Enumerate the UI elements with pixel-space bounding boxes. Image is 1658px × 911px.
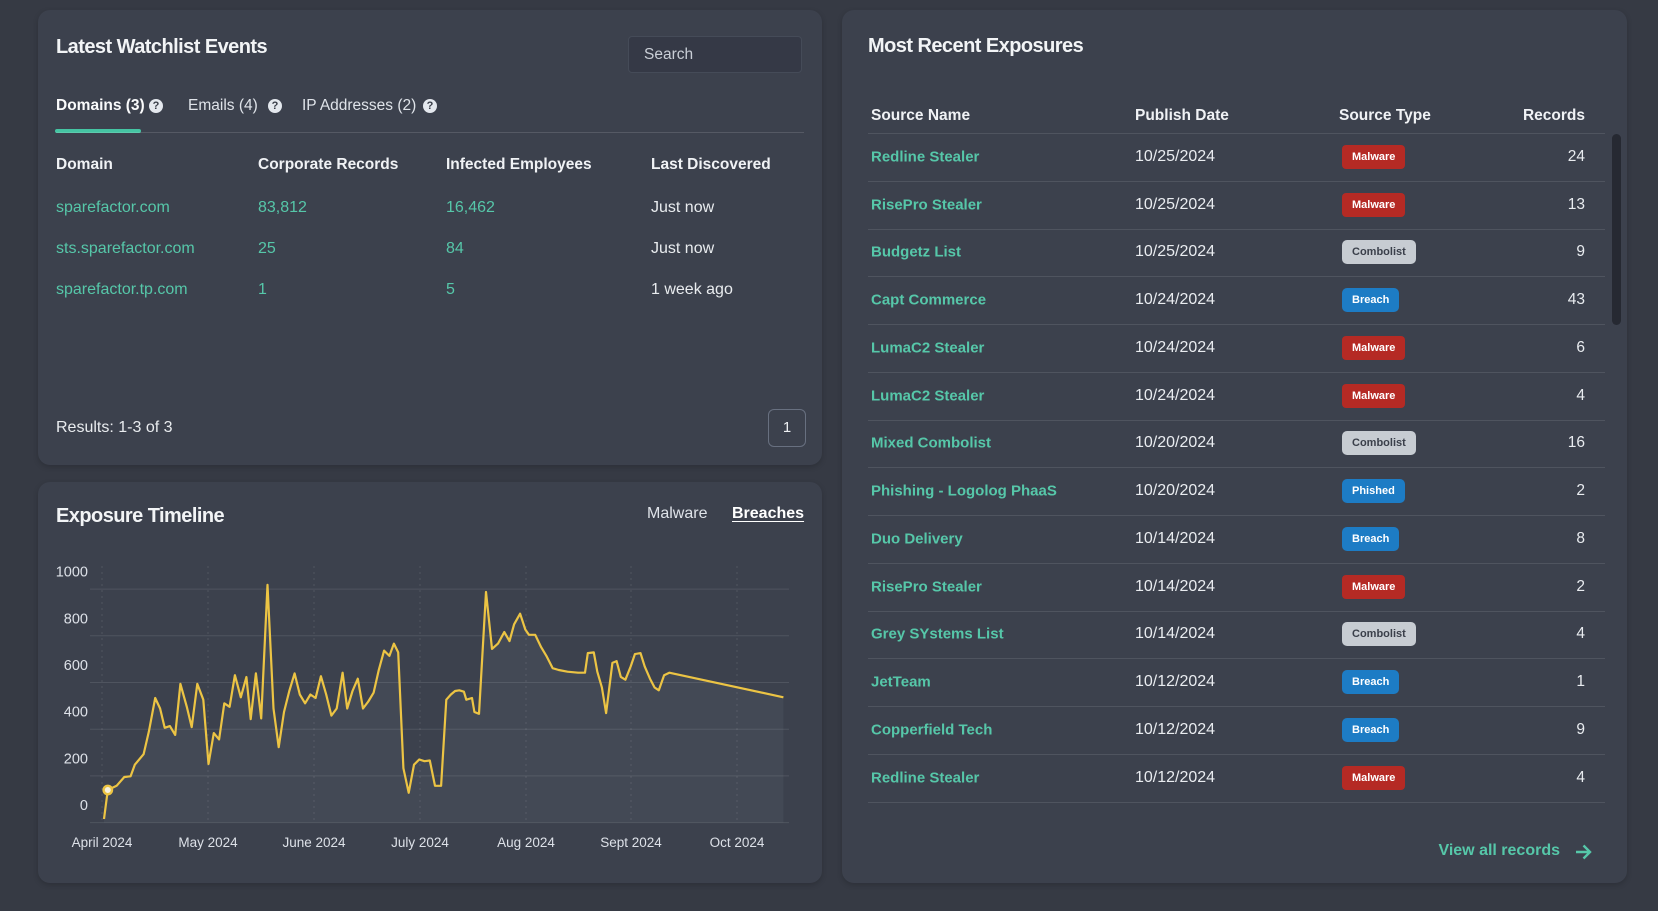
svg-text:0: 0 (80, 798, 88, 814)
svg-text:June 2024: June 2024 (282, 835, 346, 850)
svg-text:1000: 1000 (56, 565, 88, 581)
svg-text:Sept 2024: Sept 2024 (600, 835, 662, 850)
svg-text:April 2024: April 2024 (72, 835, 133, 850)
svg-text:July 2024: July 2024 (391, 835, 449, 850)
svg-text:400: 400 (64, 705, 88, 721)
svg-text:Oct 2024: Oct 2024 (710, 835, 765, 850)
svg-text:600: 600 (64, 658, 88, 674)
svg-text:May 2024: May 2024 (178, 835, 238, 850)
svg-text:800: 800 (64, 611, 88, 627)
svg-text:200: 200 (64, 751, 88, 767)
svg-text:Aug 2024: Aug 2024 (497, 835, 555, 850)
